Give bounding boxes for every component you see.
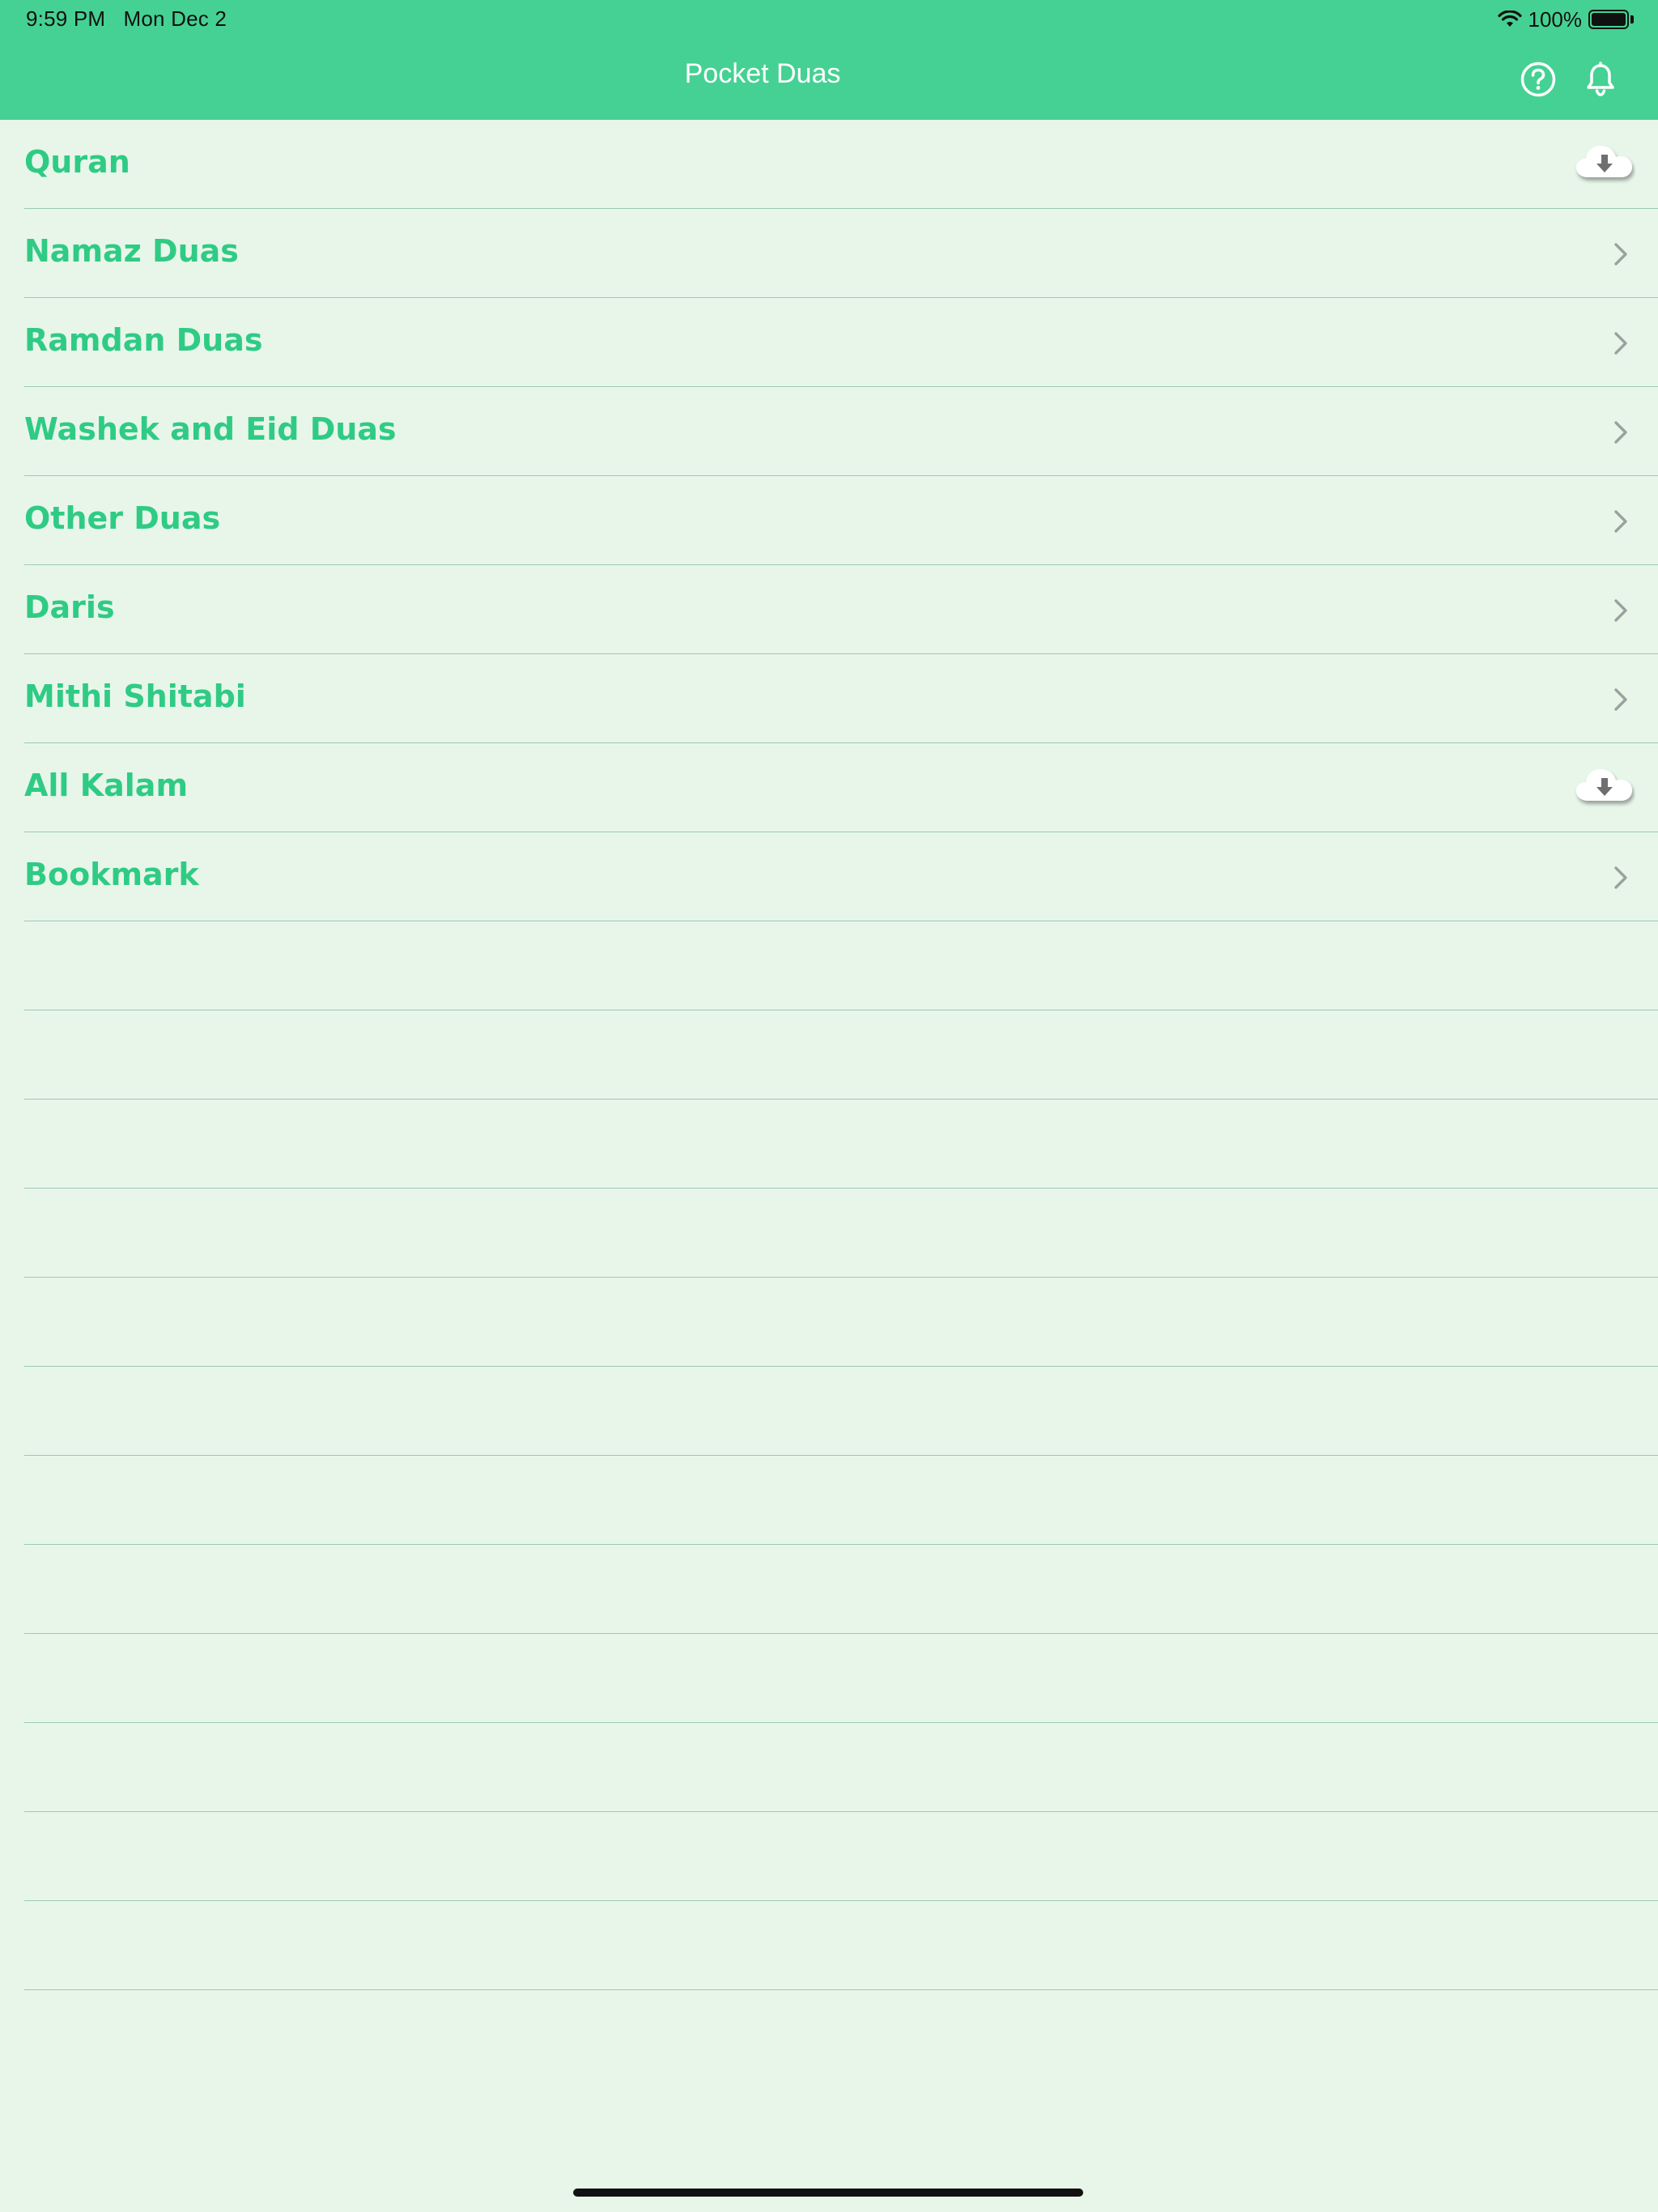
chevron-right-icon [1614, 866, 1627, 889]
wifi-icon [1497, 11, 1522, 27]
cloud-download-icon[interactable] [1574, 140, 1635, 189]
help-button[interactable] [1516, 57, 1561, 102]
empty-row [24, 1723, 1658, 1812]
empty-row [24, 921, 1658, 1010]
list-item[interactable]: Namaz Duas [24, 209, 1658, 298]
list-item[interactable]: Washek and Eid Duas [24, 387, 1658, 476]
chevron-right-icon [1614, 688, 1627, 711]
bell-icon [1587, 62, 1614, 96]
battery-cap [1630, 15, 1634, 23]
list-item-label: Namaz Duas [24, 233, 239, 269]
empty-row [24, 1812, 1658, 1901]
chevron-right-icon [1614, 332, 1627, 355]
list-item[interactable]: Daris [24, 565, 1658, 654]
list-item-label: Washek and Eid Duas [24, 411, 397, 447]
notifications-button[interactable] [1578, 57, 1623, 102]
status-indicators: 100% [1497, 6, 1634, 32]
list-item-label: Daris [24, 589, 115, 625]
list-item[interactable]: Quran [24, 120, 1658, 209]
chevron-right-icon [1614, 421, 1627, 444]
list-item-label: All Kalam [24, 768, 189, 803]
battery-percent: 100% [1528, 6, 1583, 32]
menu-list: Quran Namaz Duas Ramdan Duas Washek and Eid… [0, 120, 1658, 1990]
empty-row [24, 1456, 1658, 1545]
top-bar: 9:59 PM Mon Dec 2 100% Pocket Duas [0, 0, 1658, 120]
list-item-label: Bookmark [24, 857, 199, 892]
list-item-label: Other Duas [24, 500, 221, 536]
home-indicator[interactable] [573, 2189, 1083, 2197]
empty-row [24, 1278, 1658, 1367]
list-item-label: Ramdan Duas [24, 322, 263, 358]
empty-row [24, 1634, 1658, 1723]
empty-row [24, 1545, 1658, 1634]
list-item-label: Quran [24, 144, 130, 180]
list-item[interactable]: Ramdan Duas [24, 298, 1658, 387]
status-time: 9:59 PM Mon Dec 2 [26, 6, 227, 32]
empty-row [24, 1010, 1658, 1100]
empty-row [24, 1189, 1658, 1278]
cloud-download-icon[interactable] [1574, 764, 1635, 812]
chevron-right-icon [1614, 599, 1627, 622]
chevron-right-icon [1614, 510, 1627, 533]
empty-row [24, 1901, 1658, 1990]
status-date-text: Mon Dec 2 [123, 6, 227, 31]
chevron-right-icon [1614, 243, 1627, 266]
status-time-text: 9:59 PM [26, 6, 106, 31]
empty-row [24, 1367, 1658, 1456]
list-item[interactable]: Bookmark [24, 832, 1658, 921]
empty-row [24, 1100, 1658, 1189]
nav-title: Pocket Duas [684, 58, 841, 89]
list-item[interactable]: Other Duas [24, 476, 1658, 565]
list-item[interactable]: All Kalam [24, 743, 1658, 832]
list-item[interactable]: Mithi Shitabi [24, 654, 1658, 743]
list-item-label: Mithi Shitabi [24, 678, 246, 714]
question-circle-icon [1520, 62, 1556, 97]
battery-icon [1588, 10, 1629, 29]
